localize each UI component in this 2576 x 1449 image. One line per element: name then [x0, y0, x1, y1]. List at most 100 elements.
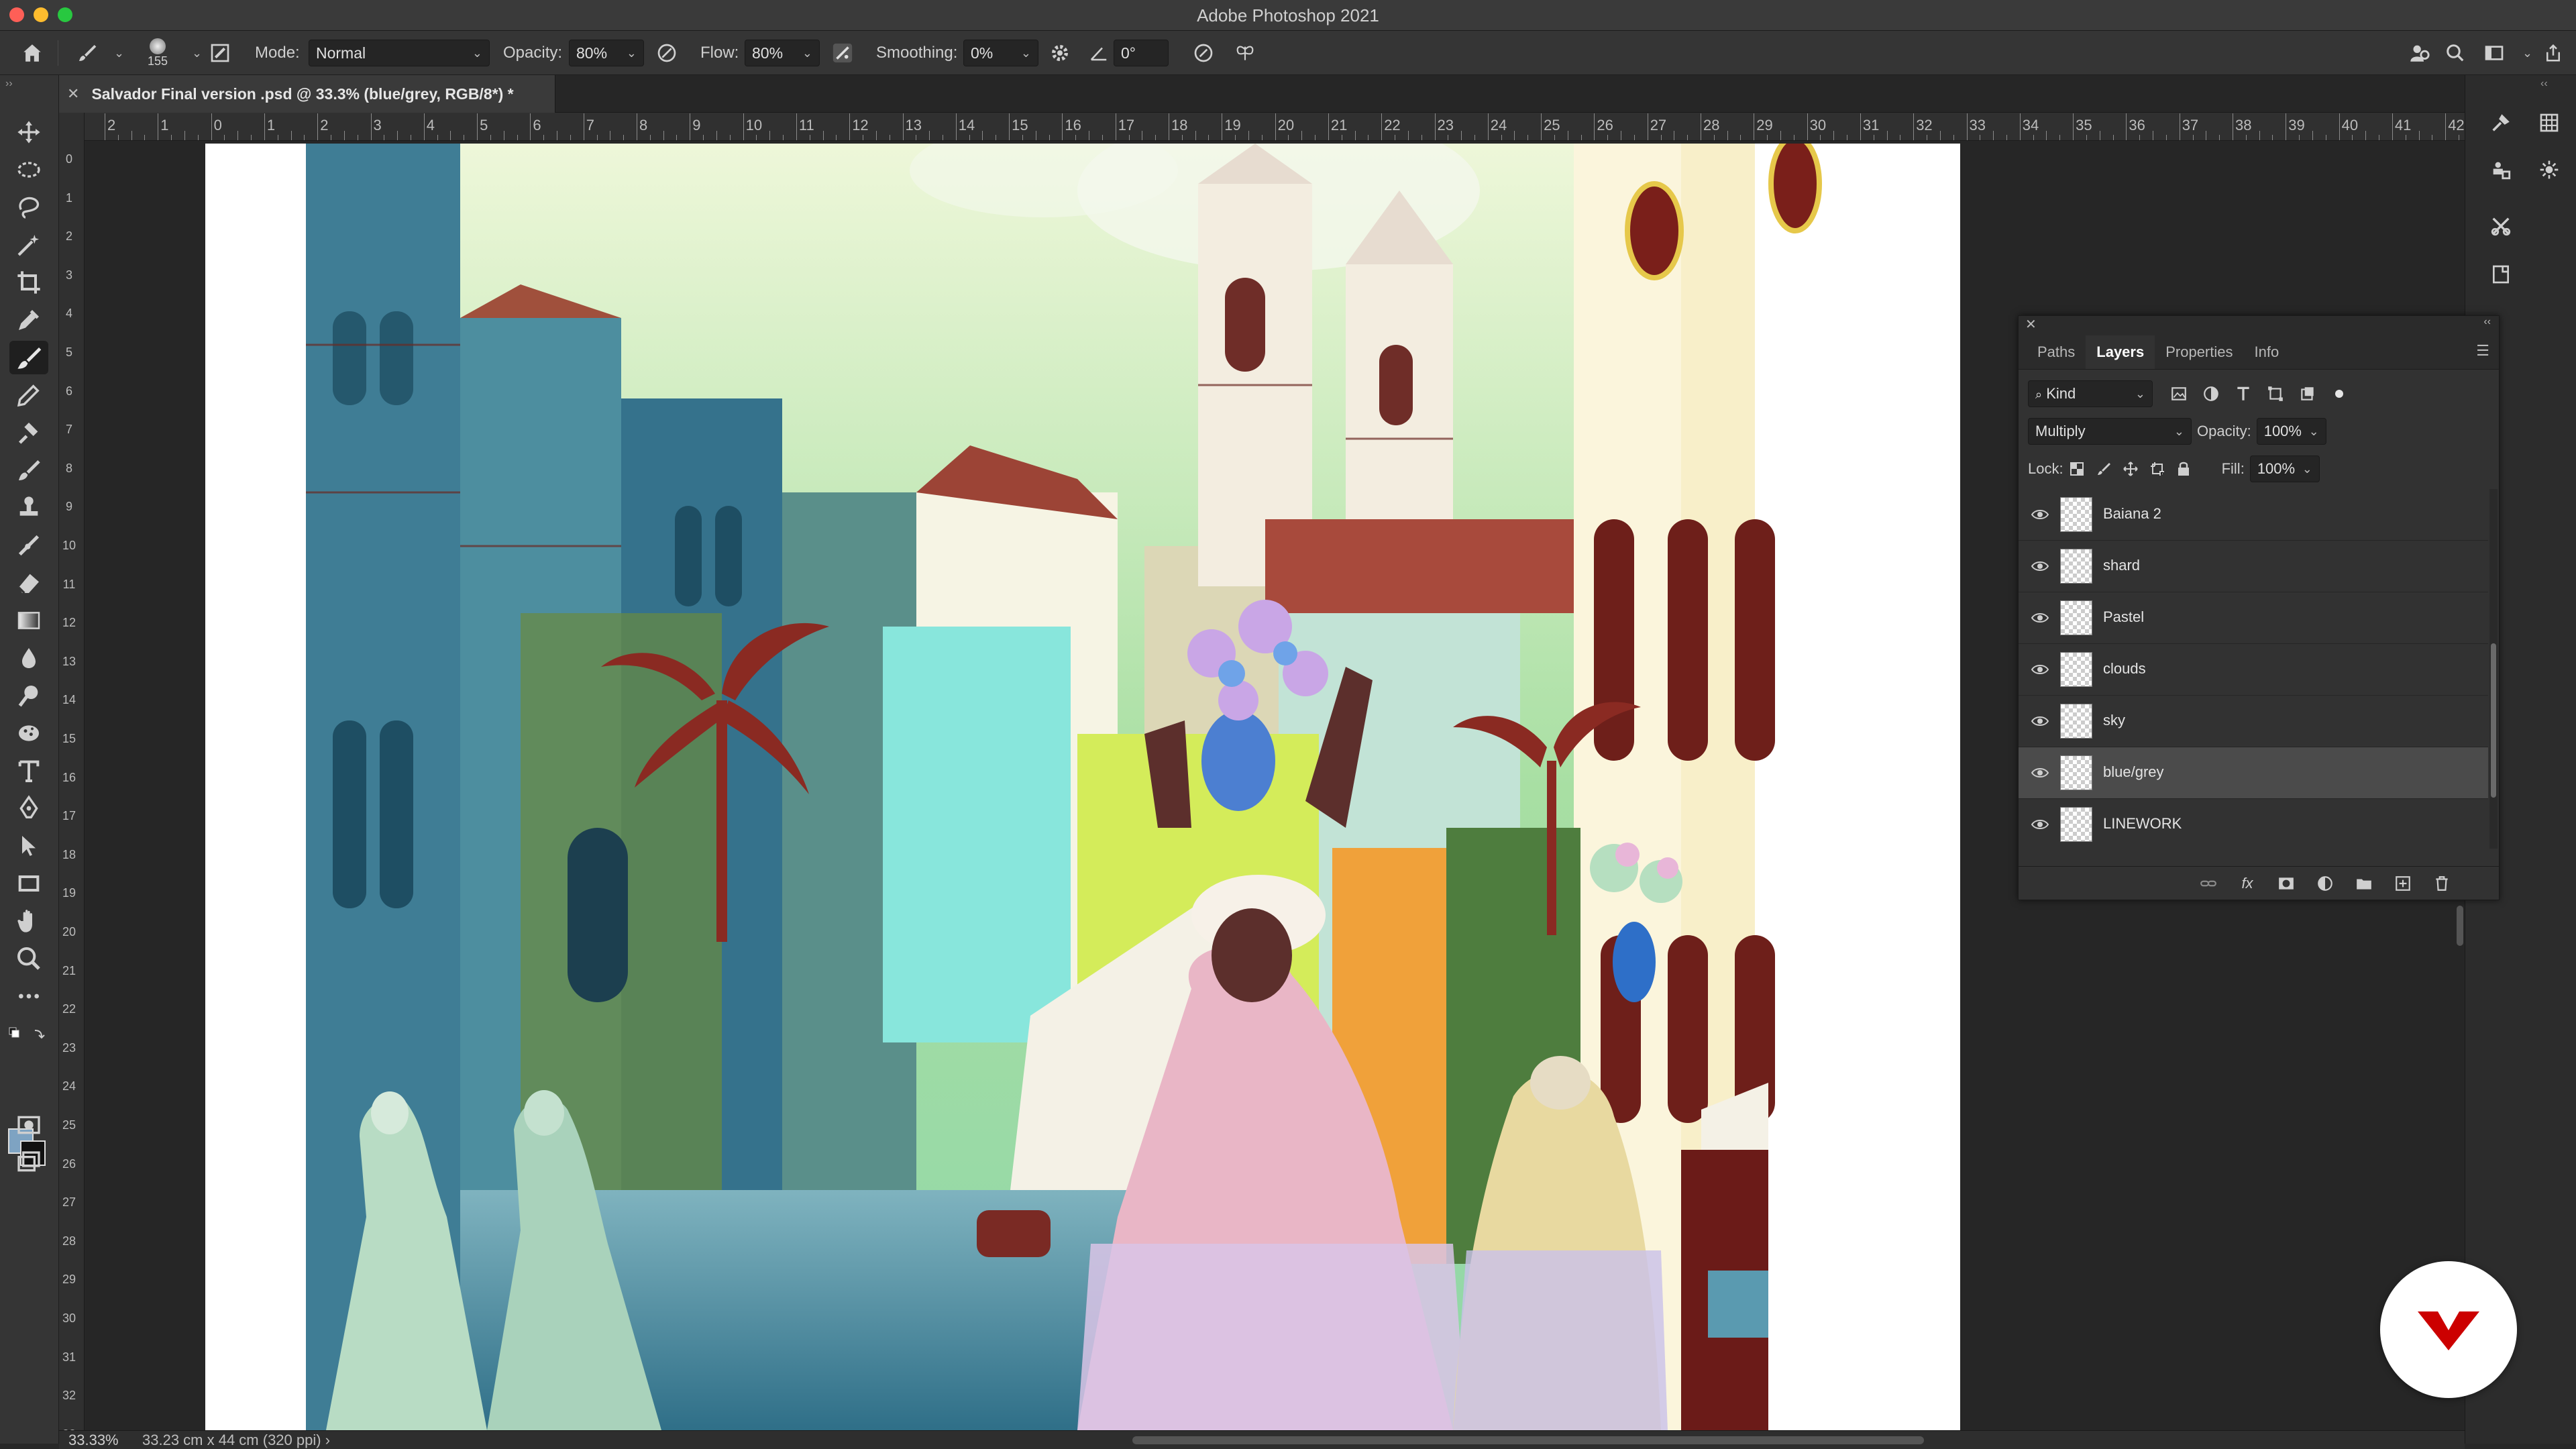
layer-name[interactable]: LINEWORK [2103, 815, 2182, 833]
canvas-horizontal-scrollbar[interactable] [1132, 1436, 1924, 1444]
smudge-tool[interactable] [9, 529, 48, 562]
lasso-tool[interactable] [9, 191, 48, 224]
tab-properties[interactable]: Properties [2155, 343, 2243, 369]
eraser-tool[interactable] [9, 566, 48, 600]
document-canvas[interactable] [205, 144, 1960, 1430]
layer-thumbnail[interactable] [2060, 600, 2092, 635]
layer-row[interactable]: LINEWORK [2019, 799, 2488, 849]
share-icon[interactable] [2541, 41, 2565, 65]
visibility-eye-icon[interactable] [2031, 558, 2049, 574]
symmetry-butterfly-icon[interactable] [1233, 41, 1257, 65]
canvas-vertical-scrollbar[interactable] [2457, 906, 2463, 946]
blend-mode-select[interactable]: Multiply ⌄ [2028, 418, 2192, 445]
table-panel-icon[interactable] [2532, 106, 2566, 140]
history-brush-tool[interactable] [9, 453, 48, 487]
type-tool[interactable] [9, 754, 48, 788]
layer-thumbnail[interactable] [2060, 755, 2092, 790]
tab-info[interactable]: Info [2244, 343, 2290, 369]
layer-thumbnail[interactable] [2060, 549, 2092, 584]
blur-tool[interactable] [9, 641, 48, 675]
more-tools[interactable] [9, 979, 48, 1013]
filter-smart-object-icon[interactable] [2299, 385, 2316, 402]
smoothing-settings-gear-icon[interactable] [1048, 41, 1072, 65]
expand-dock-icon[interactable]: ‹‹ [2540, 78, 2548, 90]
layer-name[interactable]: Baiana 2 [2103, 505, 2161, 523]
filter-pixel-icon[interactable] [2170, 385, 2188, 402]
filter-toggle-icon[interactable] [2331, 386, 2347, 402]
visibility-eye-icon[interactable] [2031, 610, 2049, 626]
layer-list-scrollbar[interactable] [2489, 489, 2498, 849]
brush-settings-icon[interactable] [208, 41, 232, 65]
pressure-size-icon[interactable] [1191, 41, 1216, 65]
collapse-toolbar-icon[interactable]: ›› [5, 78, 13, 90]
visibility-eye-icon[interactable] [2031, 506, 2049, 523]
zoom-tool[interactable] [9, 942, 48, 975]
layer-name[interactable]: blue/grey [2103, 763, 2164, 781]
angle-field[interactable]: 0° [1114, 40, 1169, 66]
lock-transparency-icon[interactable] [2069, 461, 2085, 477]
magic-wand-tool[interactable] [9, 228, 48, 262]
layer-name[interactable]: sky [2103, 712, 2125, 729]
lock-all-icon[interactable] [2176, 461, 2191, 477]
filter-type-icon[interactable] [2235, 385, 2252, 402]
learn-icon[interactable] [2407, 41, 2431, 65]
default-colors-icon[interactable] [8, 1026, 48, 1041]
visibility-eye-icon[interactable] [2031, 713, 2049, 729]
new-layer-icon[interactable] [2393, 873, 2413, 894]
workspace-icon[interactable] [2482, 41, 2506, 65]
new-group-folder-icon[interactable] [2354, 873, 2374, 894]
document-info[interactable]: 33.23 cm x 44 cm (320 ppi) › [142, 1432, 330, 1449]
zoom-level[interactable]: 33.33% [68, 1432, 119, 1449]
layer-name[interactable]: Pastel [2103, 608, 2144, 626]
tab-layers[interactable]: Layers [2086, 335, 2155, 369]
layer-name[interactable]: clouds [2103, 660, 2146, 678]
visibility-eye-icon[interactable] [2031, 765, 2049, 781]
brush-size-preview[interactable]: 155 [148, 31, 168, 75]
search-icon[interactable] [2443, 41, 2467, 65]
pressure-opacity-icon[interactable] [655, 41, 679, 65]
hand-tool[interactable] [9, 904, 48, 938]
eyedropper-tool[interactable] [9, 303, 48, 337]
path-selection-tool[interactable] [9, 829, 48, 863]
adjustments-panel-icon[interactable] [2532, 153, 2566, 186]
clone-stamp-tool[interactable] [9, 416, 48, 449]
brush-settings-panel-icon[interactable] [2484, 106, 2518, 140]
close-panel-icon[interactable]: ✕ [2025, 316, 2037, 333]
filter-shape-icon[interactable] [2267, 385, 2284, 402]
notes-panel-icon[interactable] [2484, 258, 2518, 291]
collapse-panel-icon[interactable]: ‹‹ [2483, 316, 2491, 328]
quick-mask-icon[interactable] [9, 1108, 48, 1142]
layer-filter-select[interactable]: ⌕ Kind ⌄ [2028, 380, 2153, 407]
layer-row[interactable]: clouds [2019, 644, 2488, 696]
layer-thumbnail[interactable] [2060, 652, 2092, 687]
layer-name[interactable]: shard [2103, 557, 2140, 574]
mode-select[interactable]: Normal ⌄ [309, 40, 490, 66]
layer-row[interactable]: Baiana 2 [2019, 489, 2488, 541]
smoothing-field[interactable]: 0% ⌄ [963, 40, 1038, 66]
layer-row[interactable]: blue/grey [2019, 747, 2488, 799]
lock-artboard-icon[interactable] [2149, 461, 2165, 477]
flow-field[interactable]: 80% ⌄ [745, 40, 820, 66]
layer-fx-icon[interactable]: fx [2237, 873, 2257, 894]
filter-adjustment-icon[interactable] [2202, 385, 2220, 402]
screen-mode-icon[interactable] [9, 1146, 48, 1179]
layer-thumbnail[interactable] [2060, 497, 2092, 532]
panel-menu-icon[interactable]: ☰ [2476, 342, 2499, 369]
visibility-eye-icon[interactable] [2031, 816, 2049, 833]
layer-thumbnail[interactable] [2060, 807, 2092, 842]
pen-tool[interactable] [9, 792, 48, 825]
document-tab[interactable]: ✕ Salvador Final version .psd @ 33.3% (b… [59, 75, 555, 113]
layer-row[interactable]: shard [2019, 541, 2488, 592]
pencil-tool[interactable] [9, 378, 48, 412]
add-mask-icon[interactable] [2276, 873, 2296, 894]
airbrush-icon[interactable] [830, 41, 855, 65]
marquee-tool[interactable] [9, 153, 48, 186]
sponge-tool[interactable] [9, 716, 48, 750]
layer-opacity-field[interactable]: 100% ⌄ [2256, 418, 2326, 445]
home-icon[interactable] [20, 41, 44, 65]
close-document-icon[interactable]: ✕ [67, 85, 79, 103]
layer-row[interactable]: sky [2019, 696, 2488, 747]
link-layers-icon[interactable] [2198, 873, 2218, 894]
layer-thumbnail[interactable] [2060, 704, 2092, 739]
opacity-field[interactable]: 80% ⌄ [569, 40, 644, 66]
